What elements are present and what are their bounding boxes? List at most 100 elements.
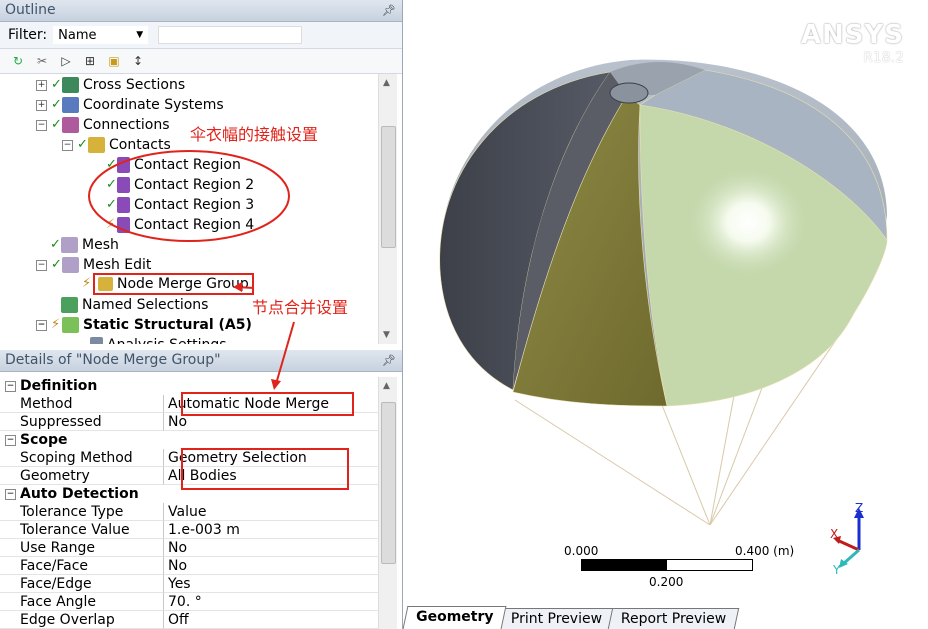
prop-name: Edge Overlap Tolerance — [0, 611, 164, 629]
prop-face-angle-tolerance[interactable]: Face Angle Tolerance70. ° — [0, 593, 378, 611]
expand-icon[interactable]: + — [36, 99, 47, 111]
tab-label: Report Preview — [620, 611, 726, 627]
tree-item-contact-region-4[interactable]: ⚡ Contact Region 4 — [106, 215, 254, 235]
collapse-icon[interactable]: − — [5, 380, 16, 392]
prop-name: Geometry — [0, 467, 164, 485]
details-header: Details of "Node Merge Group" 📌︎ — [0, 350, 402, 372]
prop-value[interactable]: 70. ° — [164, 593, 378, 611]
tree-label: Contacts — [109, 137, 171, 153]
tree-item-contact-region-3[interactable]: ✓ Contact Region 3 — [106, 195, 254, 215]
filter-select[interactable]: Name ▼ — [53, 26, 149, 44]
group-scope[interactable]: − Scope — [0, 431, 378, 449]
check-icon: ✓ — [106, 177, 117, 192]
tree-label: Connections — [83, 117, 170, 133]
tree-scroll-thumb[interactable] — [381, 126, 396, 248]
tree-scrollbar[interactable]: ▲ ▼ — [378, 74, 397, 344]
expand-icon[interactable]: + — [36, 79, 47, 91]
tree-item-mesh[interactable]: ✓ Mesh — [50, 235, 119, 255]
tree-label: Contact Region 4 — [134, 217, 255, 233]
tab-report-preview[interactable]: Report Preview — [607, 608, 740, 629]
collapse-icon[interactable]: − — [5, 488, 16, 500]
prop-edge-overlap-tolerance[interactable]: Edge Overlap ToleranceOff — [0, 611, 378, 629]
prop-face-face[interactable]: Face/Face No — [0, 557, 378, 575]
prop-tolerance-value[interactable]: Tolerance Value 1.e-003 m — [0, 521, 378, 539]
prop-scoping-method[interactable]: Scoping Method Geometry Selection — [0, 449, 378, 467]
check-icon: ⚡ — [51, 317, 61, 332]
scroll-down-icon[interactable]: ▼ — [383, 330, 390, 340]
collapse-icon[interactable]: − — [5, 434, 16, 446]
refresh-icon[interactable]: ↻ — [10, 53, 26, 69]
prop-value[interactable]: All Bodies — [164, 467, 378, 485]
details-scroll-thumb[interactable] — [381, 402, 396, 564]
prop-suppressed[interactable]: Suppressed No — [0, 413, 378, 431]
details-scrollbar[interactable]: ▲ — [378, 377, 397, 629]
pin-icon[interactable]: 📌︎ — [382, 350, 396, 371]
group-label: Auto Detection — [20, 486, 139, 502]
prop-name: Face/Face — [0, 557, 164, 575]
suppress-icon[interactable]: ✂ — [34, 53, 50, 69]
axis-x-label: X — [830, 527, 838, 541]
canopy-vent — [609, 82, 649, 104]
tree-label: Coordinate Systems — [83, 97, 224, 113]
tree-item-static-structural[interactable]: − ⚡ Static Structural (A5) — [36, 315, 252, 335]
tab-geometry[interactable]: Geometry — [402, 606, 507, 629]
folder-icon[interactable]: ▣ — [106, 53, 122, 69]
prop-name: Method — [0, 395, 164, 413]
scale-left-label: 0.000 — [564, 544, 599, 558]
light-glare — [688, 167, 808, 277]
tree-item-cross-sections[interactable]: + ✓ Cross Sections — [36, 75, 185, 95]
contact-region-icon — [117, 217, 130, 233]
prop-name: Tolerance Type — [0, 503, 164, 521]
filter-icon[interactable]: ▷ — [58, 53, 74, 69]
prop-value[interactable]: Off — [164, 611, 378, 629]
prop-tolerance-type[interactable]: Tolerance Type Value — [0, 503, 378, 521]
tree-item-coordinate-systems[interactable]: + ✓ Coordinate Systems — [36, 95, 224, 115]
prop-value[interactable]: No — [164, 413, 378, 431]
tree-item-analysis-settings[interactable]: Analysis Settings — [90, 335, 227, 344]
prop-value[interactable]: Automatic Node Merge — [164, 395, 378, 413]
group-label: Scope — [20, 432, 68, 448]
sort-icon[interactable]: ↕ — [130, 53, 146, 69]
tab-print-preview[interactable]: Print Preview — [498, 608, 616, 629]
cross-section-icon — [62, 77, 79, 93]
prop-value[interactable]: Value — [164, 503, 378, 521]
check-icon: ✓ — [51, 77, 62, 92]
prop-geometry[interactable]: Geometry All Bodies — [0, 467, 378, 485]
group-definition[interactable]: − Definition — [0, 377, 378, 395]
prop-value[interactable]: Yes — [164, 575, 378, 593]
prop-value[interactable]: No — [164, 557, 378, 575]
graphics-viewport[interactable]: ANSYS R18.2 0.000 0.400 (m) 0.200 Z X Y — [405, 0, 928, 629]
tree-label: Mesh Edit — [83, 257, 152, 273]
axis-triad: Z X Y — [830, 501, 864, 577]
prop-value[interactable]: Geometry Selection — [164, 449, 378, 467]
tree-item-contact-region-2[interactable]: ✓ Contact Region 2 — [106, 175, 254, 195]
tree-item-node-merge-group[interactable]: ⚡ Node Merge Group — [82, 273, 254, 295]
prop-use-range[interactable]: Use Range No — [0, 539, 378, 557]
pin-icon[interactable]: 📌︎ — [382, 0, 396, 21]
node-merge-group-highlight: Node Merge Group — [93, 273, 254, 295]
collapse-icon[interactable]: − — [36, 119, 47, 131]
tree-item-contacts[interactable]: − ✓ Contacts — [62, 135, 171, 155]
collapse-icon[interactable]: − — [36, 259, 47, 271]
prop-value[interactable]: No — [164, 539, 378, 557]
tree-item-named-selections[interactable]: · Named Selections — [50, 295, 208, 315]
contact-region-icon — [117, 157, 130, 173]
prop-method[interactable]: Method Automatic Node Merge — [0, 395, 378, 413]
group-auto-detection[interactable]: − Auto Detection — [0, 485, 378, 503]
prop-name: Scoping Method — [0, 449, 164, 467]
collapse-icon[interactable]: − — [36, 319, 47, 331]
tree-item-connections[interactable]: − ✓ Connections — [36, 115, 170, 135]
tree-item-contact-region[interactable]: ✓ Contact Region — [106, 155, 241, 175]
prop-face-edge[interactable]: Face/Edge Yes — [0, 575, 378, 593]
filter-input[interactable] — [158, 26, 303, 44]
scroll-up-icon[interactable]: ▲ — [383, 381, 390, 391]
collapse-icon[interactable]: − — [62, 139, 73, 151]
prop-name: Face Angle Tolerance — [0, 593, 164, 611]
prop-name: Face/Edge — [0, 575, 164, 593]
tree-label: Named Selections — [82, 297, 209, 313]
tree-item-mesh-edit[interactable]: − ✓ Mesh Edit — [36, 255, 151, 275]
scroll-up-icon[interactable]: ▲ — [383, 78, 390, 88]
prop-value[interactable]: 1.e-003 m — [164, 521, 378, 539]
group-label: Definition — [20, 378, 98, 394]
expand-all-icon[interactable]: ⊞ — [82, 53, 98, 69]
